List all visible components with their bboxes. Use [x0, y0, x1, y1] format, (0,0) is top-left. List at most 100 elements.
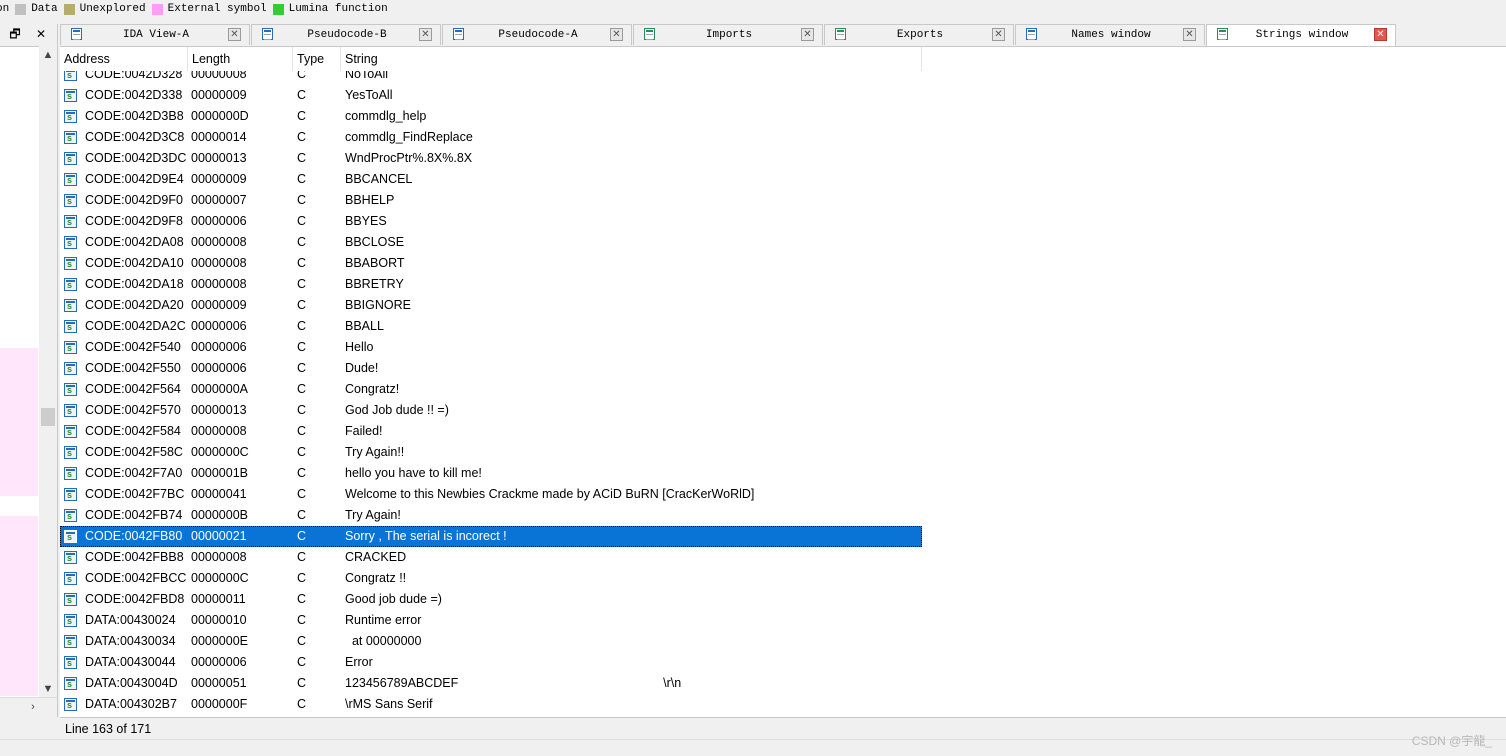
tab-close-icon[interactable]: ✕: [228, 28, 241, 41]
type-cell: C: [297, 403, 307, 417]
string-row[interactable]: CODE:0042D9F8 00000006 C BBYES: [60, 211, 922, 232]
tab-ida-view-a[interactable]: IDA View-A ✕: [60, 24, 250, 45]
strings-list[interactable]: CODE:0042D32800000008CNoToAllCODE:0042D3…: [60, 46, 1506, 718]
tab-strip: IDA View-A ✕ Pseudocode-B ✕ Pseudocode-A ✕ Imp…: [60, 24, 1397, 46]
tab-exports[interactable]: Exports ✕: [824, 24, 1014, 45]
tab-close-icon[interactable]: ✕: [419, 28, 432, 41]
type-cell: C: [297, 550, 307, 564]
type-cell: C: [297, 235, 307, 249]
string-cell: \rMS Sans Serif: [345, 697, 433, 711]
string-row[interactable]: CODE:0042D9F0 00000007 C BBHELP: [60, 190, 922, 211]
string-row[interactable]: CODE:0042DA08 00000008 C BBCLOSE: [60, 232, 922, 253]
string-row[interactable]: CODE:0042F58C 0000000C C Try Again!!: [60, 442, 922, 463]
string-row[interactable]: CODE:0042D3DC 00000013 C WndProcPtr%.8X%.8X: [60, 148, 922, 169]
tab-close-icon[interactable]: ✕: [1374, 28, 1387, 41]
tab-pseudocode-b[interactable]: Pseudocode-B ✕: [251, 24, 441, 45]
left-horizontal-scrollbar[interactable]: ›: [0, 697, 57, 717]
string-row[interactable]: DATA:0043004D 00000051 C 123456789ABCDEF \r…: [60, 673, 922, 694]
string-row[interactable]: CODE:0042DA2C 00000006 C BBALL: [60, 316, 922, 337]
string-icon: [64, 173, 77, 186]
address-text: CODE:0042D3B8: [85, 109, 184, 123]
type-cell: C: [297, 319, 307, 333]
string-row[interactable]: CODE:0042F550 00000006 C Dude!: [60, 358, 922, 379]
bottom-strip: [0, 739, 1506, 756]
string-row[interactable]: CODE:0042F7BC 00000041 C Welcome to this Ne…: [60, 484, 922, 505]
column-address[interactable]: Address: [60, 47, 188, 71]
length-cell: 00000008: [191, 550, 247, 564]
string-cell: Error: [345, 655, 373, 669]
tab-pseudocode-a[interactable]: Pseudocode-A ✕: [442, 24, 632, 45]
string-row[interactable]: CODE:0042FBCC 0000000C C Congratz !!: [60, 568, 922, 589]
type-cell: C: [297, 592, 307, 606]
external-symbol-region: [0, 516, 38, 696]
string-row[interactable]: CODE:0042DA20 00000009 C BBIGNORE: [60, 295, 922, 316]
address-cell: CODE:0042F58C: [60, 442, 188, 463]
tab-imports[interactable]: Imports ✕: [633, 24, 823, 45]
string-icon: [64, 656, 77, 669]
color-legend: on Data Unexplored External symbol Lumina fu…: [0, 0, 1506, 20]
string-row[interactable]: CODE:0042DA10 00000008 C BBABORT: [60, 253, 922, 274]
string-row[interactable]: DATA:00430044 00000006 C Error: [60, 652, 922, 673]
address-text: CODE:0042F7BC: [85, 487, 185, 501]
string-icon: [64, 635, 77, 648]
string-icon: [64, 404, 77, 417]
length-cell: 00000010: [191, 613, 247, 627]
string-cell: Sorry , The serial is incorect !: [345, 529, 507, 543]
length-cell: 00000006: [191, 214, 247, 228]
scroll-thumb[interactable]: [41, 408, 55, 426]
string-cell: Congratz !!: [345, 571, 407, 585]
string-row[interactable]: CODE:0042D338 00000009 C YesToAll: [60, 85, 922, 106]
column-type[interactable]: Type: [293, 47, 341, 71]
tab-close-icon[interactable]: ✕: [610, 28, 623, 41]
string-row[interactable]: DATA:00430024 00000010 C Runtime error: [60, 610, 922, 631]
type-cell: C: [297, 151, 307, 165]
string-icon: [64, 320, 77, 333]
string-row[interactable]: CODE:0042DA18 00000008 C BBRETRY: [60, 274, 922, 295]
column-length[interactable]: Length: [188, 47, 293, 71]
length-cell: 00000014: [191, 130, 247, 144]
line-indicator: Line 163 of 171: [65, 722, 152, 736]
string-row[interactable]: CODE:0042F7A0 0000001B Chello you have to …: [60, 463, 922, 484]
column-string[interactable]: String: [341, 47, 922, 71]
string-row[interactable]: CODE:0042D3B8 0000000D Ccommdlg_help: [60, 106, 922, 127]
string-cell: WndProcPtr%.8X%.8X: [345, 151, 473, 165]
address-cell: CODE:0042FBB8: [60, 547, 188, 568]
scroll-right-icon[interactable]: ›: [24, 698, 42, 716]
string-icon: [64, 299, 77, 312]
string-row[interactable]: CODE:0042FB74 0000000B C Try Again!: [60, 505, 922, 526]
tab-close-icon[interactable]: ✕: [1183, 28, 1196, 41]
tab-close-icon[interactable]: ✕: [801, 28, 814, 41]
string-row[interactable]: CODE:0042F570 00000013 C God Job dude !! =): [60, 400, 922, 421]
string-row[interactable]: CODE:0042FBD8 00000011 C Good job dude =): [60, 589, 922, 610]
address-cell: CODE:0042FBCC: [60, 568, 188, 589]
address-text: CODE:0042F550: [85, 361, 181, 375]
string-row[interactable]: CODE:0042FB80 00000021 C Sorry , The serial…: [60, 526, 922, 547]
address-cell: CODE:0042D9F8: [60, 211, 188, 232]
close-icon[interactable]: ✕: [34, 27, 48, 41]
tab-close-icon[interactable]: ✕: [992, 28, 1005, 41]
type-cell: C: [297, 676, 307, 690]
scroll-down-icon[interactable]: ▼: [39, 680, 57, 698]
string-row[interactable]: CODE:0042F540 00000006 C Hello: [60, 337, 922, 358]
string-row[interactable]: CODE:0042F584 00000008 C Failed!: [60, 421, 922, 442]
string-row[interactable]: CODE:0042FBB8 00000008 C CRACKED: [60, 547, 922, 568]
string-icon: [64, 551, 77, 564]
string-row[interactable]: DATA:004302B7 0000000F C \rMS Sans Serif: [60, 694, 922, 715]
scroll-up-icon[interactable]: ▲: [39, 46, 57, 64]
string-row[interactable]: CODE:0042F564 0000000A C Congratz!: [60, 379, 922, 400]
string-row[interactable]: CODE:0042D3C8 00000014 Ccommdlg_FindReplac…: [60, 127, 922, 148]
string-cell: Failed!: [345, 424, 383, 438]
column-header: Address Length Type String: [60, 47, 922, 71]
tab-label: Names window: [1071, 29, 1151, 41]
string-cell: BBCANCEL: [345, 172, 413, 186]
tab-names-window[interactable]: Names window ✕: [1015, 24, 1205, 45]
address-text: DATA:00430044: [85, 655, 176, 669]
restore-icon[interactable]: 🗗: [8, 27, 22, 41]
string-row[interactable]: DATA:00430034 0000000E C at 00000000: [60, 631, 922, 652]
tab-strings-window[interactable]: Strings window ✕: [1206, 24, 1396, 46]
left-vertical-scrollbar[interactable]: ▲ ▼: [39, 46, 57, 698]
type-cell: C: [297, 361, 307, 375]
string-row[interactable]: CODE:0042D9E4 00000009 C BBCANCEL: [60, 169, 922, 190]
string-icon: [64, 614, 77, 627]
tab-label: Pseudocode-A: [498, 29, 578, 41]
